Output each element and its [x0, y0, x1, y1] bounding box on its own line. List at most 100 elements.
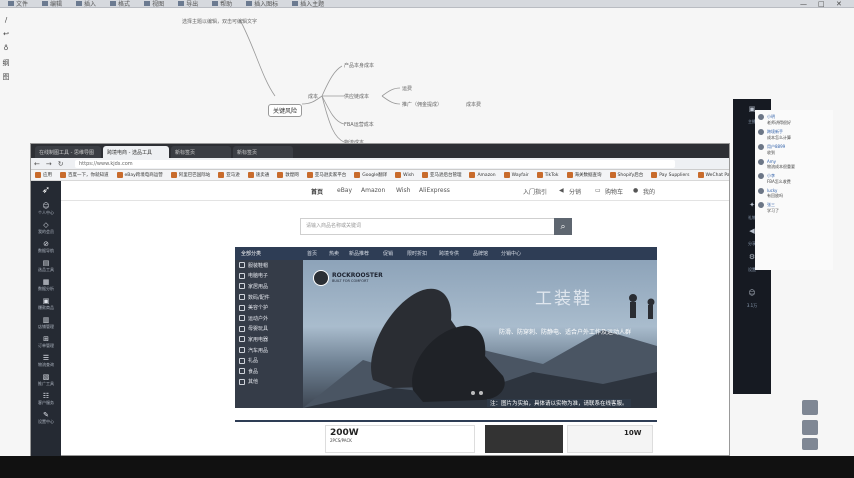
site-sidebar-item[interactable]: ▥ 店铺管理: [31, 313, 61, 332]
mindmap-node[interactable]: FBA运营成本: [344, 121, 374, 128]
mindmap-root-node[interactable]: 关键风险: [268, 104, 302, 117]
category-tab[interactable]: 分销中心: [501, 250, 521, 257]
category-tab[interactable]: 品牌馆: [473, 250, 488, 257]
category-menu-item[interactable]: 母婴玩具: [235, 324, 303, 335]
bookmark-item[interactable]: 阿里巴巴国际站: [170, 172, 210, 178]
bookmark-item[interactable]: Wish: [395, 172, 414, 178]
back-button[interactable]: ←: [34, 160, 40, 168]
maximize-button[interactable]: □: [818, 0, 825, 8]
toolbar-item[interactable]: 插入主题: [292, 0, 324, 8]
search-icon[interactable]: ⌕: [554, 218, 572, 235]
bookmark-item[interactable]: Shopify后台: [609, 172, 643, 178]
url-input[interactable]: https://www.kjds.com: [75, 160, 675, 168]
nav-ebay[interactable]: eBay: [337, 187, 352, 194]
search-input[interactable]: 请输入商品名称或关键词: [300, 218, 555, 235]
mindmap-node[interactable]: 产品本身成本: [344, 62, 374, 69]
bookmark-item[interactable]: Amazon: [469, 172, 496, 178]
category-menu-item[interactable]: 服装鞋帽: [235, 260, 303, 271]
category-menu-item[interactable]: 数码/配件: [235, 292, 303, 303]
site-sidebar-item[interactable]: ☷ 客户服务: [31, 389, 61, 408]
browser-tab[interactable]: 在线制图工具 - 思维导图: [35, 146, 101, 158]
category-tab[interactable]: 限时折扣: [407, 250, 427, 257]
bookmark-item[interactable]: 亚马逊卖家平台: [306, 172, 346, 178]
category-menu-item[interactable]: 家用电器: [235, 334, 303, 345]
toolbar-item[interactable]: 插入图标: [246, 0, 278, 8]
top-float-button[interactable]: [802, 438, 818, 450]
site-logo-icon[interactable]: ➶: [31, 181, 61, 199]
live-chat-panel[interactable]: 小明 老师讲得很好 跨境新手 成本怎么计算 用户8899 收到 Amy 物流成本很重要 小李 FB…: [755, 110, 833, 270]
category-tab[interactable]: 热卖: [329, 250, 339, 257]
promo-banner[interactable]: ROCKROOSTER BUILT FOR COMFORT 工装鞋 防滑、防穿刺…: [303, 260, 657, 408]
bookmark-item[interactable]: 亚马逊: [218, 172, 240, 178]
mindmap-node-cost[interactable]: 成本: [308, 93, 318, 100]
category-menu-item[interactable]: 食品: [235, 366, 303, 377]
site-sidebar-item[interactable]: ▤ 选品工具: [31, 256, 61, 275]
chat-float-button[interactable]: [802, 420, 818, 435]
mindmap-node[interactable]: 供应链成本: [344, 93, 369, 100]
nav-guide[interactable]: 入门指引: [523, 187, 547, 196]
site-sidebar-item[interactable]: ▧ 推广工具: [31, 370, 61, 389]
browser-tab[interactable]: 新标签页: [233, 146, 293, 158]
bookmark-item[interactable]: 敦煌网: [277, 172, 299, 178]
site-sidebar-item[interactable]: ☺ 个人中心: [31, 199, 61, 218]
nav-wish[interactable]: Wish: [396, 187, 410, 194]
bookmark-item[interactable]: 应用: [35, 172, 52, 178]
product-card[interactable]: [485, 425, 563, 453]
site-sidebar-item[interactable]: ☰ 物流查询: [31, 351, 61, 370]
category-menu-item[interactable]: 美容个护: [235, 302, 303, 313]
bookmark-item[interactable]: eBay跨境电商运营: [116, 172, 163, 178]
reload-button[interactable]: ↻: [58, 160, 64, 168]
mindmap-node[interactable]: 成本费: [466, 101, 481, 108]
toolbar-item[interactable]: 视图: [144, 0, 164, 8]
mindmap-canvas[interactable]: 选择主题以编辑，双击可编辑文字 关键风险 成本 产品本身成本 供应链成本 FBA…: [0, 8, 730, 146]
toolbar-item[interactable]: 编辑: [42, 0, 62, 8]
category-tab[interactable]: 新品推荐: [349, 250, 369, 257]
site-sidebar-item[interactable]: ◇ 我的会员: [31, 218, 61, 237]
nav-distribution[interactable]: 分销: [569, 187, 581, 196]
toolbar-item[interactable]: 插入: [76, 0, 96, 8]
category-menu-item[interactable]: 其他: [235, 377, 303, 388]
bookmark-item[interactable]: TikTok: [536, 172, 559, 178]
nav-amazon[interactable]: Amazon: [361, 187, 385, 194]
product-card[interactable]: 10W: [567, 425, 653, 453]
mindmap-node[interactable]: 推广（佣金提成）: [402, 101, 442, 108]
browser-tab-active[interactable]: 跨境电商 - 选品工具: [103, 146, 169, 158]
category-menu-item[interactable]: 电脑电子: [235, 271, 303, 282]
mindmap-node[interactable]: 运费: [402, 85, 412, 92]
nav-home[interactable]: 首页: [311, 187, 323, 196]
nav-cart[interactable]: 购物车: [605, 187, 623, 196]
user-float-button[interactable]: [802, 400, 818, 415]
bookmark-item[interactable]: 海关数据查询: [566, 172, 602, 178]
carousel-dot[interactable]: [479, 391, 483, 395]
bookmark-item[interactable]: Wayfair: [503, 172, 529, 178]
bookmark-item[interactable]: 亚马逊后台管理: [421, 172, 461, 178]
category-tab[interactable]: 促销: [383, 250, 393, 257]
bookmark-item[interactable]: Pay Suppliers: [651, 172, 690, 178]
toolbar-item[interactable]: 帮助: [212, 0, 232, 8]
minimize-button[interactable]: —: [800, 0, 807, 8]
site-sidebar-item[interactable]: ✎ 设置中心: [31, 408, 61, 427]
site-sidebar-item[interactable]: ▣ 爆款商品: [31, 294, 61, 313]
site-sidebar-item[interactable]: ▦ 数据分析: [31, 275, 61, 294]
toolbar-item[interactable]: 导出: [178, 0, 198, 8]
toolbar-item[interactable]: 文件: [8, 0, 28, 8]
product-card[interactable]: 200W 2PCS/PACK: [325, 425, 475, 453]
category-tab[interactable]: 首页: [307, 250, 317, 257]
category-menu-item[interactable]: 运动户外: [235, 313, 303, 324]
bookmark-item[interactable]: WeChat Pay: [697, 172, 729, 178]
site-sidebar-item[interactable]: ⊘ 数据导航: [31, 237, 61, 256]
bookmark-item[interactable]: Google翻译: [354, 172, 387, 178]
nav-aliexpress[interactable]: AliExpress: [419, 187, 450, 194]
category-menu-item[interactable]: 礼品: [235, 355, 303, 366]
bookmark-item[interactable]: 百度一下，你就知道: [60, 172, 109, 178]
forward-button[interactable]: →: [46, 160, 52, 168]
close-button[interactable]: ✕: [836, 0, 842, 8]
carousel-dot[interactable]: [471, 391, 475, 395]
category-menu-item[interactable]: 家居用品: [235, 281, 303, 292]
category-menu-item[interactable]: 汽车用品: [235, 345, 303, 356]
site-sidebar-item[interactable]: ⊞ 订单管理: [31, 332, 61, 351]
bookmark-item[interactable]: 速卖通: [247, 172, 269, 178]
toolbar-item[interactable]: 格式: [110, 0, 130, 8]
browser-tab[interactable]: 新标签页: [171, 146, 231, 158]
nav-account[interactable]: 我的: [643, 187, 655, 196]
